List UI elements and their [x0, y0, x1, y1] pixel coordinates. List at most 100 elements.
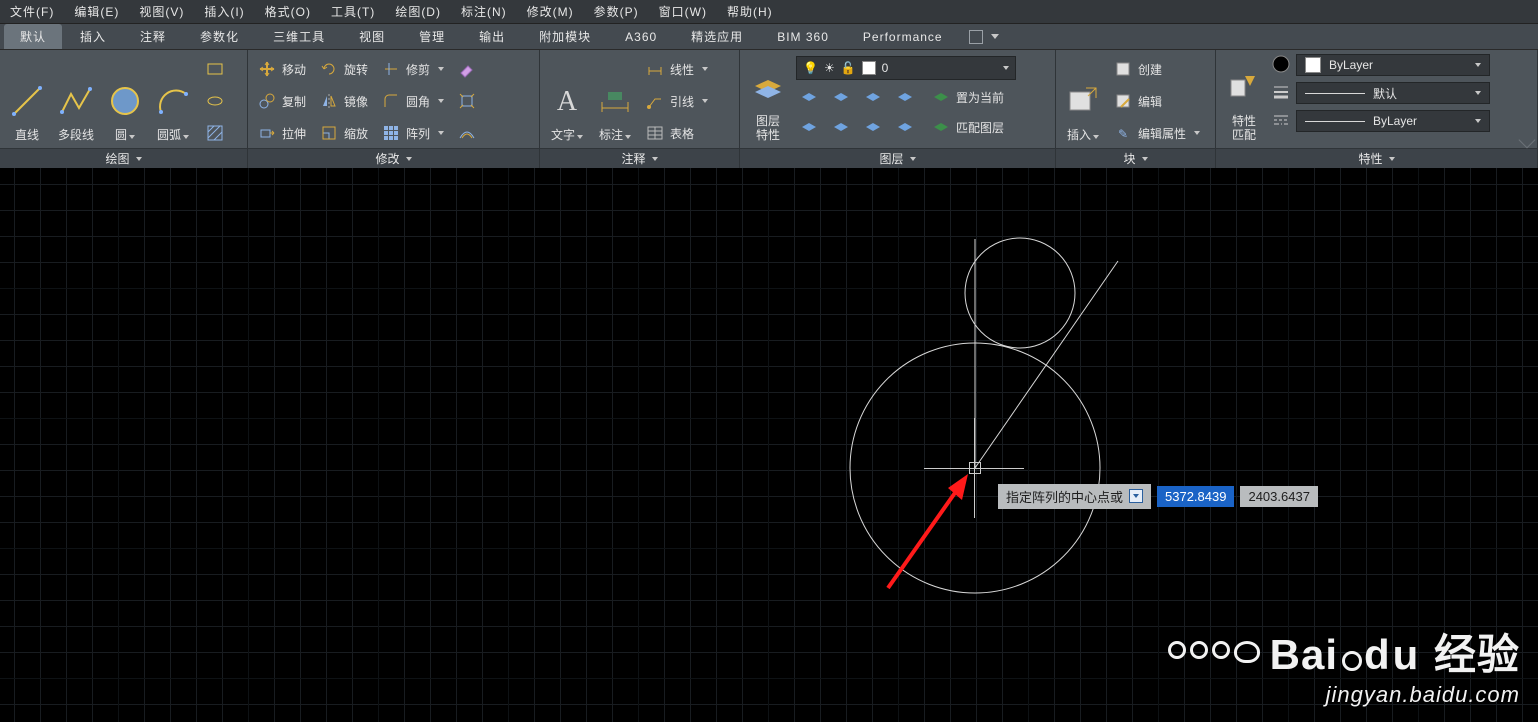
cmd-array[interactable]: 阵列: [378, 120, 448, 146]
menu-window[interactable]: 窗口(W): [659, 3, 707, 20]
cmd-copy[interactable]: 复制: [254, 88, 310, 114]
match-props-icon: [1227, 66, 1261, 108]
layer-tool-2[interactable]: [828, 84, 854, 110]
cmd-stretch[interactable]: 拉伸: [254, 120, 310, 146]
cmd-erase[interactable]: [454, 56, 480, 82]
menu-format[interactable]: 格式(O): [265, 3, 311, 20]
layer-tool-6[interactable]: [828, 114, 854, 140]
cmd-move[interactable]: 移动: [254, 56, 310, 82]
ribbon-cycle-icon[interactable]: [969, 30, 983, 44]
color-wheel-icon[interactable]: [1272, 55, 1290, 76]
cmd-fillet[interactable]: 圆角: [378, 88, 448, 114]
cmd-hatch[interactable]: [202, 120, 228, 146]
layer-tool-5[interactable]: [796, 114, 822, 140]
cmd-arc[interactable]: 圆弧: [152, 54, 194, 144]
menu-file[interactable]: 文件(F): [10, 3, 54, 20]
cmd-table[interactable]: 表格: [642, 120, 712, 146]
panel-block-title[interactable]: 块: [1056, 148, 1215, 168]
cmd-create-block[interactable]: 创建: [1110, 56, 1204, 82]
menu-param[interactable]: 参数(P): [594, 3, 639, 20]
cmd-text[interactable]: A 文字: [546, 54, 588, 144]
menu-help[interactable]: 帮助(H): [727, 3, 773, 20]
layer-tool-7[interactable]: [860, 114, 886, 140]
cmd-dim-linear[interactable]: 线性: [642, 56, 712, 82]
tab-output[interactable]: 输出: [463, 24, 521, 49]
cmd-scale[interactable]: 缩放: [316, 120, 372, 146]
cmd-polyline[interactable]: 多段线: [54, 54, 98, 144]
cmd-explode[interactable]: [454, 88, 480, 114]
cmd-dimension[interactable]: 标注: [594, 54, 636, 144]
tab-3dtools[interactable]: 三维工具: [257, 24, 341, 49]
cmd-layer-props[interactable]: 图层 特性: [746, 54, 790, 144]
menu-edit[interactable]: 编辑(E): [74, 3, 119, 20]
coord-y-input[interactable]: 2403.6437: [1240, 486, 1317, 507]
layer-tool-1[interactable]: [796, 84, 822, 110]
panel-annotate-title[interactable]: 注释: [540, 148, 739, 168]
cmd-offset[interactable]: [454, 120, 480, 146]
cmd-circle[interactable]: 圆: [104, 54, 146, 144]
menu-draw[interactable]: 绘图(D): [395, 3, 441, 20]
cmd-match-props[interactable]: 特性 匹配: [1222, 54, 1266, 144]
tab-default[interactable]: 默认: [4, 24, 62, 49]
cmd-set-current-layer[interactable]: 置为当前: [928, 84, 1008, 110]
panel-modify-title[interactable]: 修改: [248, 148, 539, 168]
cmd-match-layer[interactable]: 匹配图层: [928, 114, 1008, 140]
cmd-rectangle[interactable]: [202, 56, 228, 82]
menu-insert[interactable]: 插入(I): [204, 3, 244, 20]
edit-block-icon: [1114, 92, 1132, 110]
linetype-icon[interactable]: [1272, 111, 1290, 132]
panel-layers-title[interactable]: 图层: [740, 148, 1055, 168]
cmd-ellipse[interactable]: [202, 88, 228, 114]
menu-view[interactable]: 视图(V): [139, 3, 184, 20]
tab-bim360[interactable]: BIM 360: [761, 24, 845, 49]
layer-current-name: 0: [882, 61, 889, 75]
prompt-options-icon[interactable]: [1129, 489, 1143, 503]
tab-featured[interactable]: 精选应用: [675, 24, 759, 49]
lock-open-icon: 🔓: [841, 61, 856, 75]
menu-modify[interactable]: 修改(M): [527, 3, 574, 20]
cmd-rotate[interactable]: 旋转: [316, 56, 372, 82]
coord-x-input[interactable]: 5372.8439: [1157, 486, 1234, 507]
menu-dimension[interactable]: 标注(N): [461, 3, 507, 20]
panel-draw: 直线 多段线 圆 圆弧: [0, 50, 248, 168]
tab-performance[interactable]: Performance: [847, 24, 959, 49]
layer-tool-4[interactable]: [892, 84, 918, 110]
menu-bar: 文件(F) 编辑(E) 视图(V) 插入(I) 格式(O) 工具(T) 绘图(D…: [0, 0, 1538, 24]
ribbon-menu-dropdown-icon[interactable]: [991, 34, 999, 39]
cmd-edit-block[interactable]: 编辑: [1110, 88, 1204, 114]
linetype-dropdown[interactable]: ByLayer: [1296, 110, 1490, 132]
lineweight-dropdown[interactable]: 默认: [1296, 82, 1490, 104]
cmd-trim[interactable]: 修剪: [378, 56, 448, 82]
layer-tool-3[interactable]: [860, 84, 886, 110]
match-layer-icon: [932, 118, 950, 136]
tab-view[interactable]: 视图: [343, 24, 401, 49]
tab-manage[interactable]: 管理: [403, 24, 461, 49]
scale-icon: [320, 124, 338, 142]
layer-dropdown[interactable]: 💡 ☀ 🔓 0: [796, 56, 1016, 80]
cmd-edit-attr[interactable]: ✎编辑属性: [1110, 120, 1204, 146]
tab-annotate[interactable]: 注释: [124, 24, 182, 49]
tab-parametric[interactable]: 参数化: [184, 24, 255, 49]
stretch-icon: [258, 124, 276, 142]
polyline-icon: [59, 80, 93, 122]
tab-a360[interactable]: A360: [609, 24, 673, 49]
tab-addons[interactable]: 附加模块: [523, 24, 607, 49]
cmd-line[interactable]: 直线: [6, 54, 48, 144]
tab-insert[interactable]: 插入: [64, 24, 122, 49]
command-prompt: 指定阵列的中心点或: [998, 484, 1151, 509]
color-dropdown[interactable]: ByLayer: [1296, 54, 1490, 76]
panel-draw-title[interactable]: 绘图: [0, 148, 247, 168]
cmd-mirror[interactable]: 镜像: [316, 88, 372, 114]
cmd-insert-block[interactable]: 插入: [1062, 54, 1104, 144]
drawing-area[interactable]: 指定阵列的中心点或 5372.8439 2403.6437 Baidu 经验 j…: [0, 168, 1538, 722]
panel-properties-title[interactable]: 特性: [1216, 148, 1537, 168]
set-current-icon: [932, 88, 950, 106]
rotate-icon: [320, 60, 338, 78]
menu-tools[interactable]: 工具(T): [331, 3, 375, 20]
layer-tool-8[interactable]: [892, 114, 918, 140]
layer-props-icon: [751, 66, 785, 108]
paw-icon: [1168, 641, 1260, 663]
lineweight-icon[interactable]: [1272, 83, 1290, 104]
cmd-leader[interactable]: 引线: [642, 88, 712, 114]
arc-icon: [156, 80, 190, 122]
